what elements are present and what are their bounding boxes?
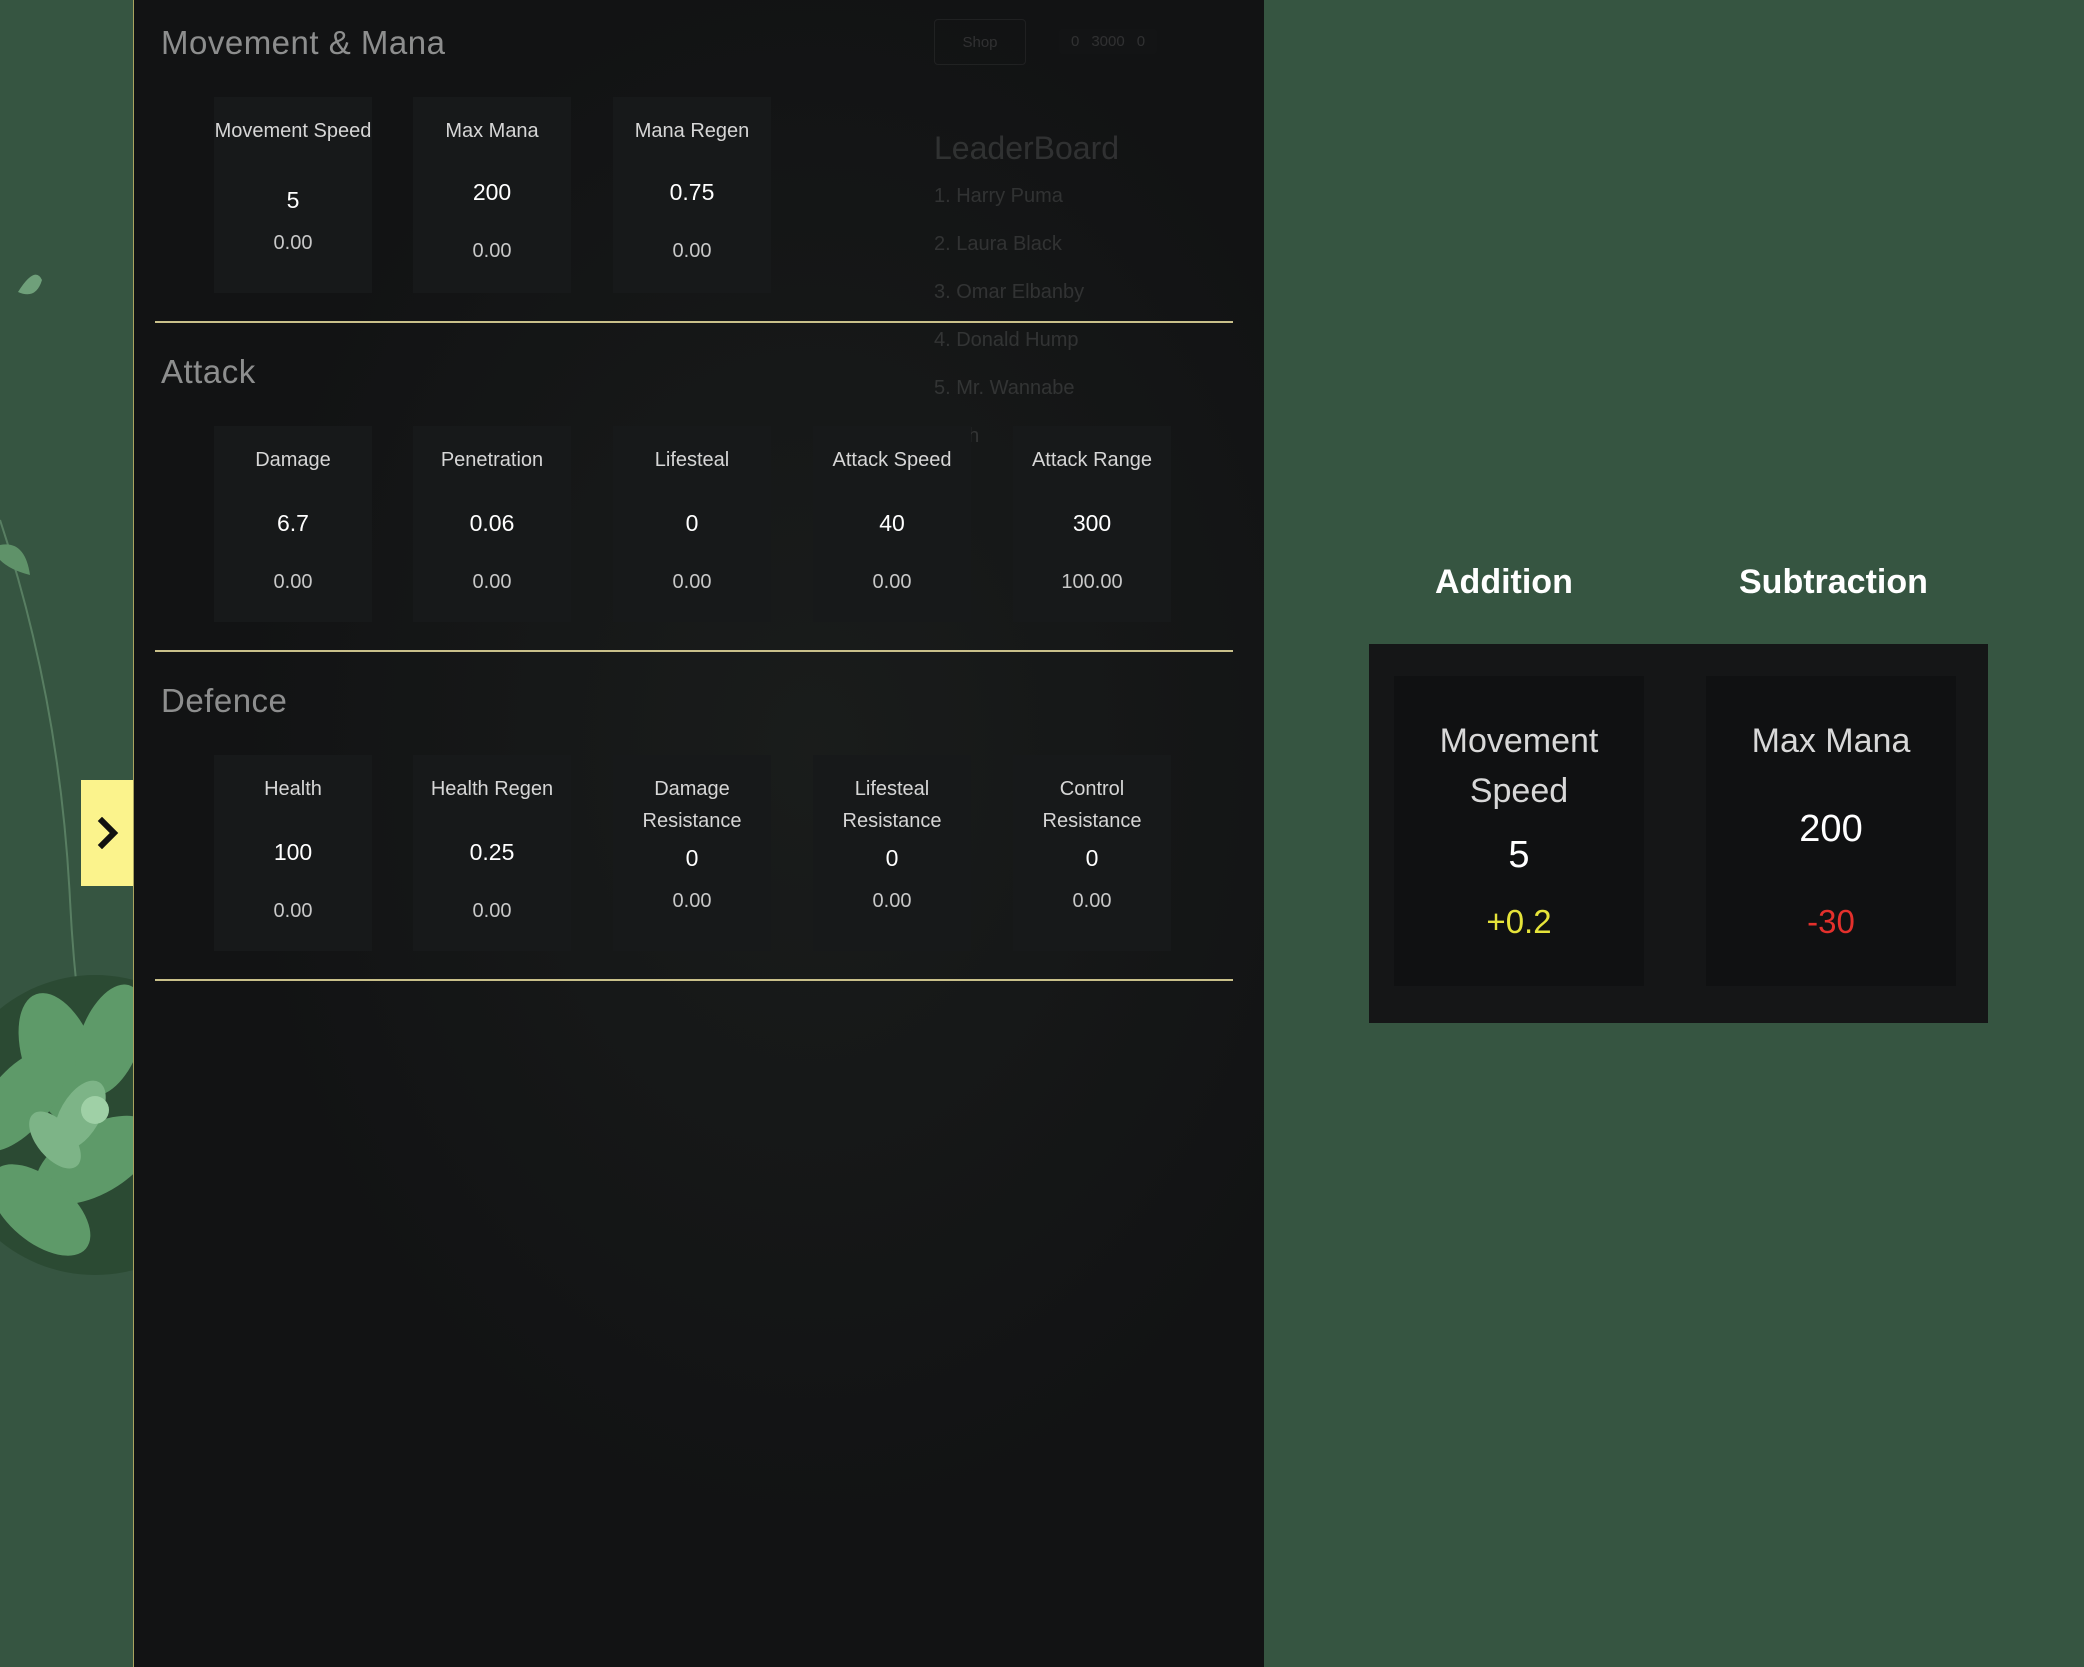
stat-delta: 0.00	[273, 900, 313, 922]
stat-value: 40	[879, 510, 905, 536]
leaderboard-item: 5. Mr. Wannabe	[934, 377, 1075, 399]
stat-delta: 0.00	[273, 571, 313, 593]
stat-value: 0.75	[669, 179, 715, 205]
section-divider	[155, 321, 1233, 323]
stat-value: 5	[286, 187, 300, 213]
stat-card-damage: Damage 6.7 0.00	[214, 426, 372, 622]
stat-label: Damage	[255, 449, 331, 471]
stat-value: 0	[685, 510, 699, 536]
subtraction-card: Max Mana 200 -30	[1706, 676, 1956, 986]
stat-card-penetration: Penetration 0.06 0.00	[413, 426, 571, 622]
stat-card-health-regen: Health Regen 0.25 0.00	[413, 755, 571, 951]
section-title: Attack	[161, 353, 256, 390]
stat-delta: 0.00	[672, 890, 712, 912]
subtraction-heading: Subtraction	[1739, 563, 1928, 601]
stat-label: Health Regen	[430, 778, 554, 800]
addition-card-value: 5	[1508, 834, 1530, 876]
stat-value: 0.25	[469, 839, 515, 865]
stat-value: 100	[273, 839, 313, 865]
stat-card-lifesteal: Lifesteal 0 0.00	[613, 426, 771, 622]
addition-card-label: Movement Speed	[1439, 722, 1599, 810]
leaderboard-item: 1. Harry Puma	[934, 185, 1063, 207]
stat-label: Max Mana	[445, 120, 539, 142]
currency-display: 0 3000 0	[1059, 29, 1157, 54]
addition-card: Movement Speed 5 +0.2	[1394, 676, 1644, 986]
stat-value: 0.06	[469, 510, 515, 536]
stat-card-attack-range: Attack Range 300 100.00	[1013, 426, 1171, 622]
stat-label: Lifesteal Resistance	[842, 778, 942, 832]
section-divider	[155, 650, 1233, 652]
stat-label: Attack Speed	[832, 449, 952, 471]
addition-card-delta: +0.2	[1486, 903, 1552, 940]
stat-card-max-mana: Max Mana 200 0.00	[413, 97, 571, 293]
chevron-right-icon	[97, 817, 118, 849]
stat-delta: 0.00	[872, 890, 912, 912]
leaderboard-title: LeaderBoard	[934, 130, 1120, 166]
leaderboard: LeaderBoard 1. Harry Puma 2. Laura Black…	[934, 130, 1234, 473]
currency-b: 3000	[1091, 33, 1125, 50]
stat-delta: 0.00	[1072, 890, 1112, 912]
stat-label: Damage Resistance	[642, 778, 742, 832]
stat-card-damage-resistance: Damage Resistance 0 0.00	[613, 755, 771, 951]
stat-value: 200	[472, 179, 512, 205]
stat-value: 0	[885, 845, 899, 871]
currency-a: 0	[1071, 33, 1080, 50]
shop-button[interactable]: Shop	[934, 19, 1026, 65]
stat-label: Lifesteal	[654, 449, 730, 471]
stat-label: Penetration	[440, 449, 544, 471]
stat-value: 0	[685, 845, 699, 871]
section-title: Defence	[161, 682, 288, 719]
stat-card-attack-speed: Attack Speed 40 0.00	[813, 426, 971, 622]
stat-label: Health	[264, 778, 322, 800]
stat-label: Attack Range	[1031, 449, 1153, 471]
stat-label: Control Resistance	[1042, 778, 1142, 832]
stat-value: 300	[1072, 510, 1112, 536]
currency-c: 0	[1136, 33, 1146, 50]
stat-card-lifesteal-resistance: Lifesteal Resistance 0 0.00	[813, 755, 971, 951]
stat-delta: 0.00	[672, 240, 712, 262]
stat-card-movement-speed: Movement Speed 5 0.00	[214, 97, 372, 293]
stats-panel: Shop 0 3000 0 LeaderBoard 1. Harry Puma …	[133, 0, 1264, 1667]
leaderboard-item: 2. Laura Black	[934, 233, 1062, 255]
subtraction-card-label: Max Mana	[1751, 722, 1911, 760]
stat-delta: 0.00	[273, 232, 313, 254]
stat-change-overlay: Movement Speed 5 +0.2 Max Mana 200 -30	[1369, 644, 1988, 1023]
addition-heading: Addition	[1435, 563, 1573, 601]
stat-delta: 0.00	[872, 571, 912, 593]
leaderboard-item: 4. Donald Hump	[934, 329, 1079, 351]
stat-value: 6.7	[277, 510, 309, 536]
section-divider	[155, 979, 1233, 981]
section-title: Movement & Mana	[161, 24, 446, 61]
stat-delta: 0.00	[472, 900, 512, 922]
stat-delta: 0.00	[672, 571, 712, 593]
stat-card-health: Health 100 0.00	[214, 755, 372, 951]
stat-card-control-resistance: Control Resistance 0 0.00	[1013, 755, 1171, 951]
stat-label: Movement Speed	[214, 120, 372, 142]
stat-card-mana-regen: Mana Regen 0.75 0.00	[613, 97, 771, 293]
stat-label: Mana Regen	[634, 120, 750, 142]
subtraction-card-value: 200	[1799, 808, 1863, 850]
stat-delta: 0.00	[472, 571, 512, 593]
stat-delta: 100.00	[1061, 571, 1123, 593]
subtraction-card-delta: -30	[1807, 903, 1855, 940]
stat-delta: 0.00	[472, 240, 512, 262]
sidebar-toggle-button[interactable]	[81, 780, 134, 886]
stat-value: 0	[1085, 845, 1099, 871]
